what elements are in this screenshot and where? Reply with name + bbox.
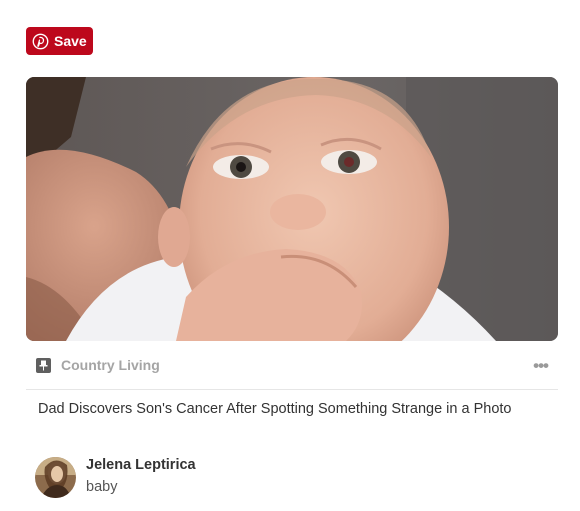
save-button[interactable]: Save xyxy=(26,27,93,55)
pin-image[interactable] xyxy=(26,77,558,341)
pinterest-logo-icon xyxy=(32,33,49,49)
divider xyxy=(26,389,558,390)
source-row[interactable]: Country Living ••• xyxy=(26,352,558,380)
board-name[interactable]: baby xyxy=(86,479,117,495)
more-dots-icon[interactable]: ••• xyxy=(533,356,549,376)
source-name[interactable]: Country Living xyxy=(61,357,160,373)
pin-icon xyxy=(36,358,51,373)
save-label: Save xyxy=(54,33,87,49)
baby-photo xyxy=(26,77,558,341)
pin-description: Dad Discovers Son's Cancer After Spottin… xyxy=(38,401,512,417)
avatar[interactable] xyxy=(35,457,76,498)
pinner-name[interactable]: Jelena Leptirica xyxy=(86,457,196,473)
